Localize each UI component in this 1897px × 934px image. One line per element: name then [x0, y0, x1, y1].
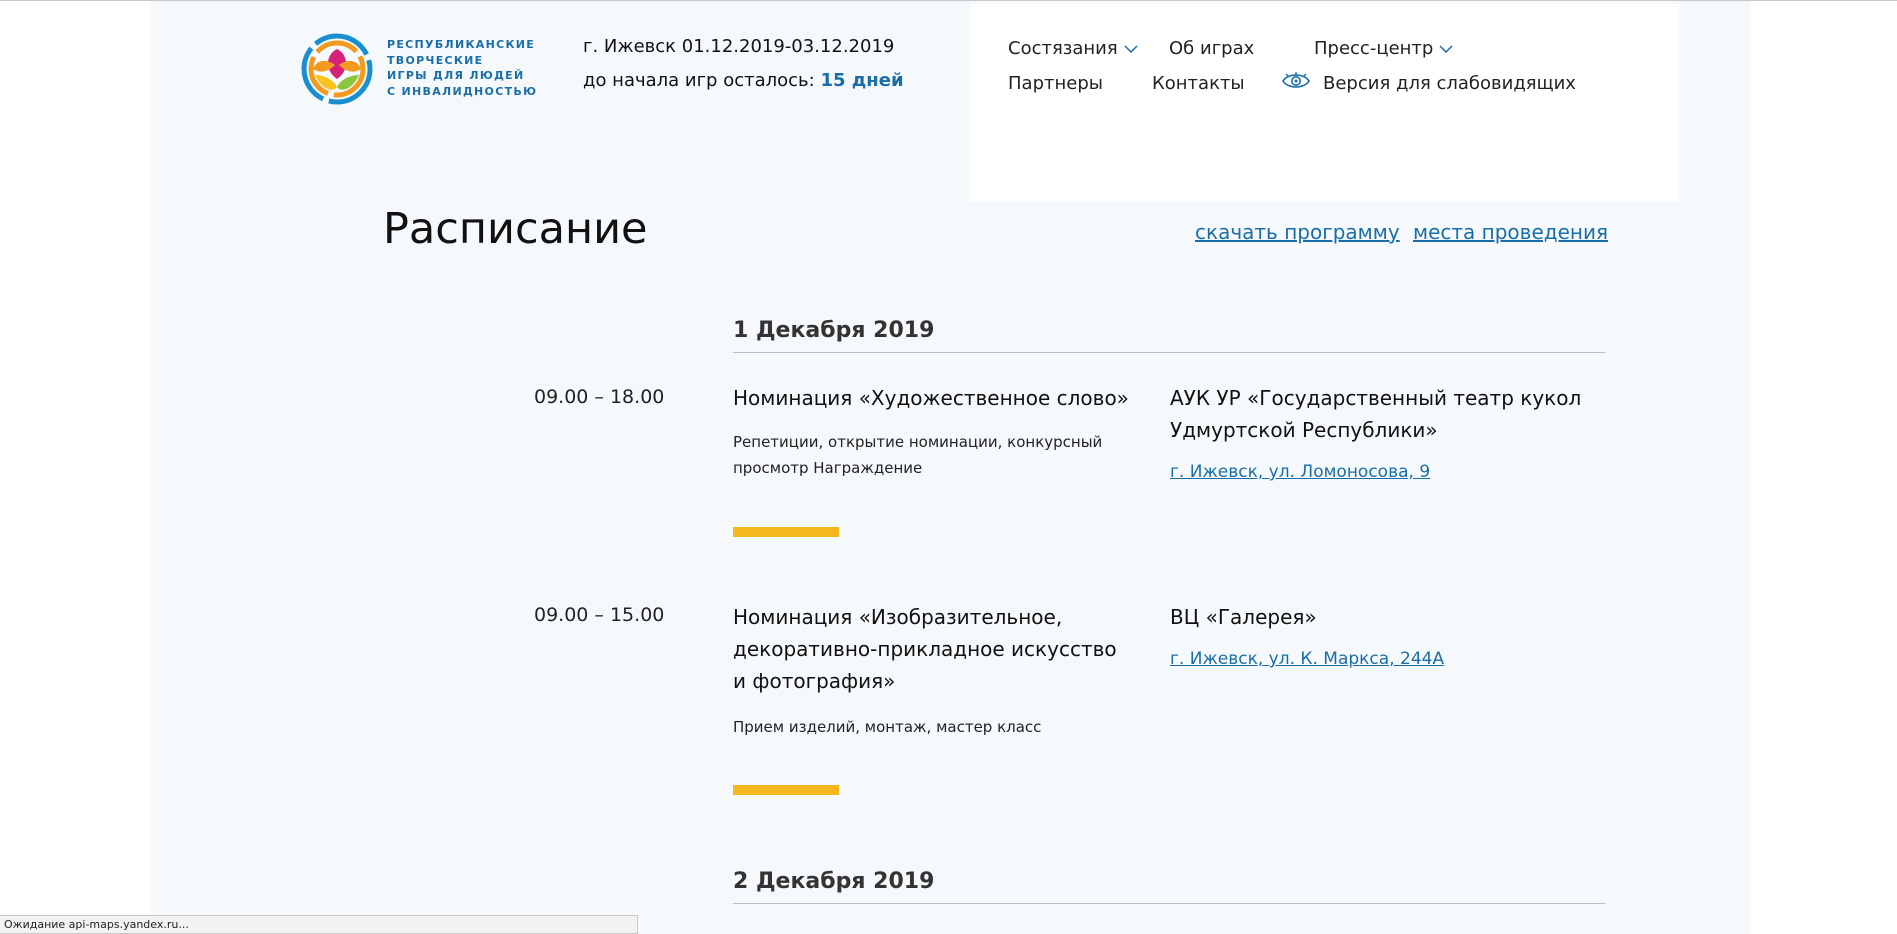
event-description: Репетиции, открытие номинации, конкурсны… [733, 433, 1103, 477]
event-time: 09.00 – 18.00 [534, 386, 665, 408]
event-time: 09.00 – 15.00 [534, 604, 665, 626]
event-city-dates: г. Ижевск 01.12.2019-03.12.2019 [583, 36, 895, 57]
page-container: РЕСПУБЛИКАНСКИЕ ТВОРЧЕСКИЕ ИГРЫ ДЛЯ ЛЮДЕ… [151, 1, 1751, 934]
venues-link[interactable]: места проведения [1413, 220, 1608, 244]
countdown-value: 15 дней [820, 70, 904, 91]
nav-accessibility-version[interactable]: Версия для слабовидящих [1323, 73, 1576, 94]
logo-line: ИГРЫ ДЛЯ ЛЮДЕЙ [387, 69, 525, 82]
browser-status-bar: Ожидание api-maps.yandex.ru... [0, 915, 638, 934]
download-program-link[interactable]: скачать программу [1195, 220, 1400, 244]
logo-line: РЕСПУБЛИКАНСКИЕ [387, 38, 536, 51]
countdown: до начала игр осталось: 15 дней [583, 63, 904, 98]
event-description: Прием изделий, монтаж, мастер класс [733, 718, 1042, 736]
nav-contacts[interactable]: Контакты [1152, 73, 1245, 94]
nav-partners[interactable]: Партнеры [1008, 73, 1103, 94]
nav-panel [970, 4, 1679, 202]
nav-press-label: Пресс-центр [1314, 38, 1434, 59]
event-venue: ВЦ «Галерея» [1170, 605, 1317, 629]
event-title: Номинация «Изобразительное, декоративно-… [733, 605, 1117, 693]
page-title: Расписание [383, 204, 648, 254]
chevron-down-icon [1124, 45, 1138, 53]
event-address-link[interactable]: г. Ижевск, ул. Ломоносова, 9 [1170, 462, 1430, 482]
nav-competitions[interactable]: Состязания [1008, 38, 1138, 59]
event-title: Номинация «Художественное слово» [733, 386, 1129, 410]
nav-press[interactable]: Пресс-центр [1314, 38, 1453, 59]
day-heading: 1 Декабря 2019 [733, 318, 1605, 353]
event-separator-bar [733, 527, 839, 537]
logo-line: ТВОРЧЕСКИЕ [387, 53, 484, 67]
event-venue: АУК УР «Государственный театр кукол Удму… [1170, 386, 1582, 442]
games-logo[interactable] [301, 33, 373, 105]
nav-competitions-label: Состязания [1008, 38, 1118, 59]
event-address-link[interactable]: г. Ижевск, ул. К. Маркса, 244А [1170, 649, 1444, 669]
eye-icon[interactable] [1282, 72, 1310, 90]
logo-line: С ИНВАЛИДНОСТЬЮ [387, 84, 538, 98]
nav-about[interactable]: Об играх [1169, 38, 1254, 59]
event-separator-bar [733, 785, 839, 795]
logo-text[interactable]: РЕСПУБЛИКАНСКИЕ ТВОРЧЕСКИЕ ИГРЫ ДЛЯ ЛЮДЕ… [387, 37, 547, 99]
countdown-label: до начала игр осталось: [583, 70, 815, 91]
day-heading: 2 Декабря 2019 [733, 869, 1605, 904]
chevron-down-icon [1439, 45, 1453, 53]
